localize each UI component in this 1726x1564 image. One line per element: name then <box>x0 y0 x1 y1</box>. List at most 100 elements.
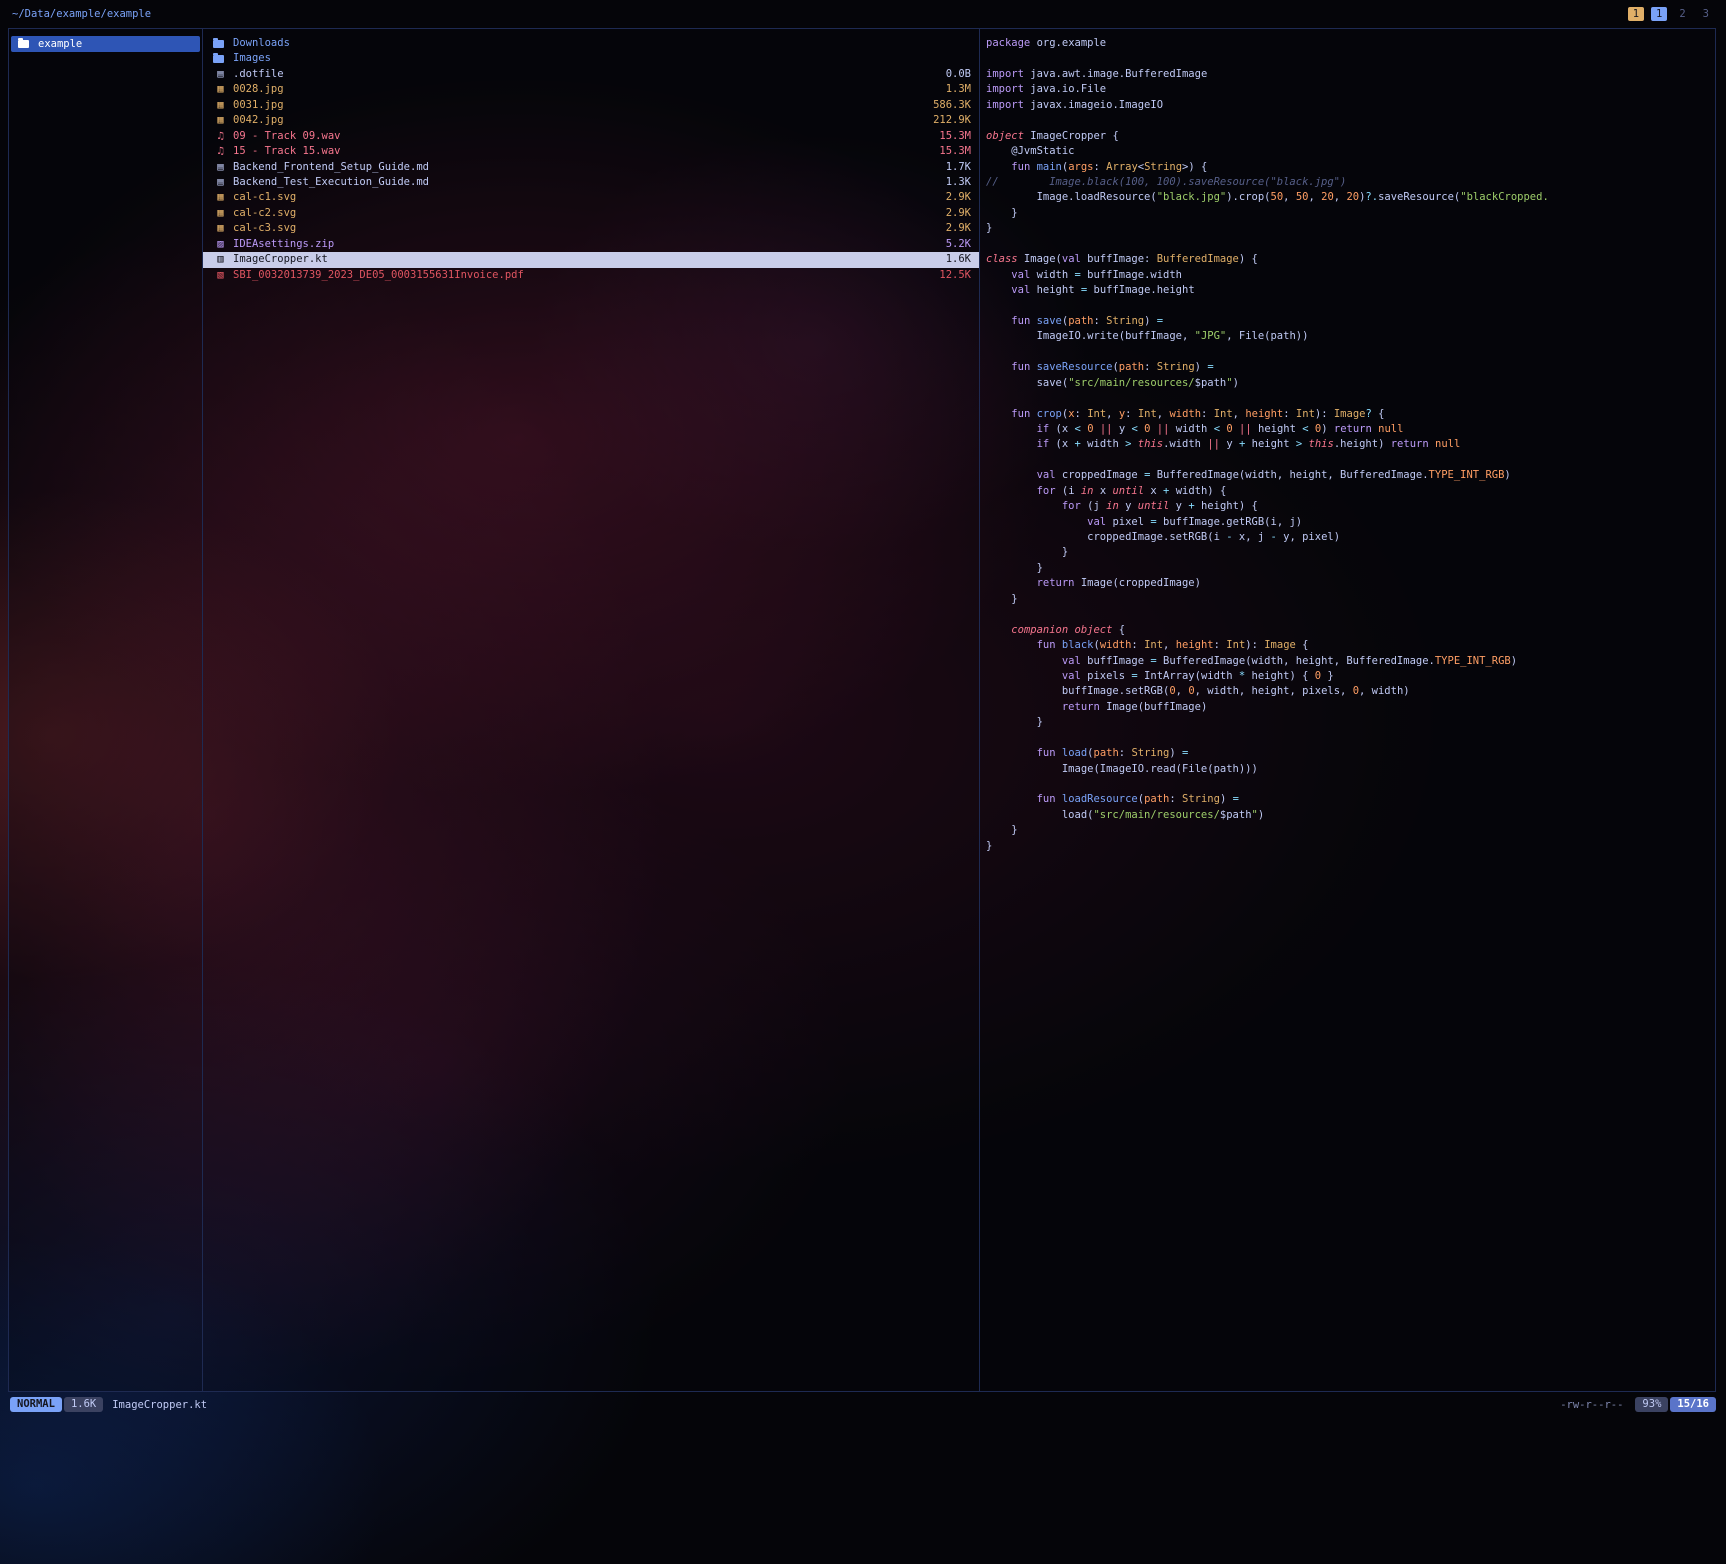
file-icon <box>213 67 228 82</box>
tab-1[interactable]: 1 <box>1651 7 1667 21</box>
code-line: buffImage.setRGB(0, 0, width, height, pi… <box>986 684 1711 699</box>
code-line: import javax.imageio.ImageIO <box>986 98 1711 113</box>
file-size: 212.9K <box>933 113 971 128</box>
code-line: // Image.black(100, 100).saveResource("b… <box>986 175 1711 190</box>
file-size: 1.3K <box>946 175 971 190</box>
file-row[interactable]: 0042.jpg212.9K <box>203 113 979 128</box>
file-size: 2.9K <box>946 206 971 221</box>
file-row[interactable]: .dotfile0.0B <box>203 67 979 82</box>
code-line: } <box>986 592 1711 607</box>
file-name: 0031.jpg <box>233 98 921 113</box>
code-line <box>986 237 1711 252</box>
file-row[interactable]: cal-c2.svg 2.9K <box>203 206 979 221</box>
file-name: cal-c3.svg <box>233 221 934 236</box>
file-name: Backend_Frontend_Setup_Guide.md <box>233 160 934 175</box>
code-line: val width = buffImage.width <box>986 268 1711 283</box>
code-line: object ImageCropper { <box>986 129 1711 144</box>
file-row[interactable]: ImageCropper.kt1.6K <box>203 252 979 267</box>
file-row[interactable]: cal-c3.svg 2.9K <box>203 221 979 236</box>
code-line <box>986 731 1711 746</box>
file-size: 2.9K <box>946 221 971 236</box>
code-line: val buffImage = BufferedImage(width, hei… <box>986 654 1711 669</box>
preview-code: package org.example import java.awt.imag… <box>986 36 1711 854</box>
terminal-top-bar: ~/Data/example/example 1123 <box>8 0 1718 28</box>
code-line: } <box>986 823 1711 838</box>
code-line: save("src/main/resources/$path") <box>986 376 1711 391</box>
tab-2[interactable]: 2 <box>1674 7 1690 21</box>
code-line: } <box>986 545 1711 560</box>
file-row[interactable]: 09 - Track 09.wav15.3M <box>203 129 979 144</box>
code-line: } <box>986 561 1711 576</box>
mode-badge: NORMAL <box>10 1397 62 1412</box>
file-row[interactable]: Downloads <box>203 36 979 51</box>
code-line: import java.io.File <box>986 82 1711 97</box>
code-line: croppedImage.setRGB(i - x, j - y, pixel) <box>986 530 1711 545</box>
code-line: val pixels = IntArray(width * height) { … <box>986 669 1711 684</box>
file-size: 12.5K <box>939 268 971 283</box>
parent-dir-item[interactable]: example <box>11 36 200 52</box>
code-line: val croppedImage = BufferedImage(width, … <box>986 468 1711 483</box>
code-line: fun black(width: Int, height: Int): Imag… <box>986 638 1711 653</box>
cursor-position-badge: 15/16 <box>1670 1397 1716 1412</box>
image-icon <box>213 98 228 113</box>
image-icon <box>213 221 228 236</box>
folder-icon <box>18 40 29 48</box>
file-name: SBI_0032013739_2023_DE05_0003155631Invoi… <box>233 268 927 283</box>
tasks-badge[interactable]: 1 <box>1628 7 1644 21</box>
code-line: fun loadResource(path: String) = <box>986 792 1711 807</box>
code-line: val pixel = buffImage.getRGB(i, j) <box>986 515 1711 530</box>
image-icon <box>213 190 228 205</box>
file-row[interactable]: Images <box>203 51 979 66</box>
folder-icon <box>213 55 224 63</box>
archive-icon <box>213 237 228 252</box>
code-line: fun crop(x: Int, y: Int, width: Int, hei… <box>986 407 1711 422</box>
image-icon <box>213 206 228 221</box>
image-icon <box>213 82 228 97</box>
code-line <box>986 391 1711 406</box>
preview-pane[interactable]: package org.example import java.awt.imag… <box>979 29 1715 1391</box>
file-row[interactable]: 0031.jpg586.3K <box>203 98 979 113</box>
file-pane[interactable]: DownloadsImages.dotfile0.0B0028.jpg1.3M0… <box>202 29 979 1391</box>
file-name: ImageCropper.kt <box>233 252 934 267</box>
parent-pane[interactable]: example <box>9 29 202 1391</box>
file-name: Downloads <box>233 36 959 51</box>
image-icon <box>213 113 228 128</box>
status-bar: NORMAL 1.6K ImageCropper.kt -rw-r--r-- 9… <box>8 1396 1718 1413</box>
file-row[interactable]: 15 - Track 15.wav15.3M <box>203 144 979 159</box>
file-row[interactable]: IDEAsettings.zip5.2K <box>203 237 979 252</box>
code-line: load("src/main/resources/$path") <box>986 808 1711 823</box>
code-line: companion object { <box>986 623 1711 638</box>
status-filename: ImageCropper.kt <box>112 1399 207 1411</box>
file-row[interactable]: cal-c1.svg2.9K <box>203 190 979 205</box>
code-icon <box>213 252 228 267</box>
tab-bar: 1123 <box>1621 7 1714 21</box>
code-line: } <box>986 206 1711 221</box>
file-name: 15 - Track 15.wav <box>233 144 927 159</box>
code-line: return Image(buffImage) <box>986 700 1711 715</box>
code-line <box>986 453 1711 468</box>
code-line: fun load(path: String) = <box>986 746 1711 761</box>
pdf-icon <box>213 268 228 283</box>
status-right: -rw-r--r-- 93% 15/16 <box>1560 1397 1716 1412</box>
code-line <box>986 607 1711 622</box>
file-row[interactable]: 0028.jpg1.3M <box>203 82 979 97</box>
code-line: } <box>986 839 1711 854</box>
file-row[interactable]: SBI_0032013739_2023_DE05_0003155631Invoi… <box>203 268 979 283</box>
code-line: val height = buffImage.height <box>986 283 1711 298</box>
file-name: IDEAsettings.zip <box>233 237 934 252</box>
markdown-icon <box>213 175 228 190</box>
code-line: fun main(args: Array<String>) { <box>986 160 1711 175</box>
tab-3[interactable]: 3 <box>1698 7 1714 21</box>
file-name: Images <box>233 51 959 66</box>
file-name: example <box>38 38 193 50</box>
code-line: package org.example <box>986 36 1711 51</box>
file-permissions: -rw-r--r-- <box>1560 1399 1623 1411</box>
code-line: for (i in x until x + width) { <box>986 484 1711 499</box>
markdown-icon <box>213 160 228 175</box>
code-line: import java.awt.image.BufferedImage <box>986 67 1711 82</box>
file-row[interactable]: Backend_Test_Execution_Guide.md1.3K <box>203 175 979 190</box>
code-line: fun saveResource(path: String) = <box>986 360 1711 375</box>
file-name: cal-c2.svg <box>233 206 934 221</box>
file-row[interactable]: Backend_Frontend_Setup_Guide.md1.7K <box>203 160 979 175</box>
audio-icon <box>213 144 228 159</box>
